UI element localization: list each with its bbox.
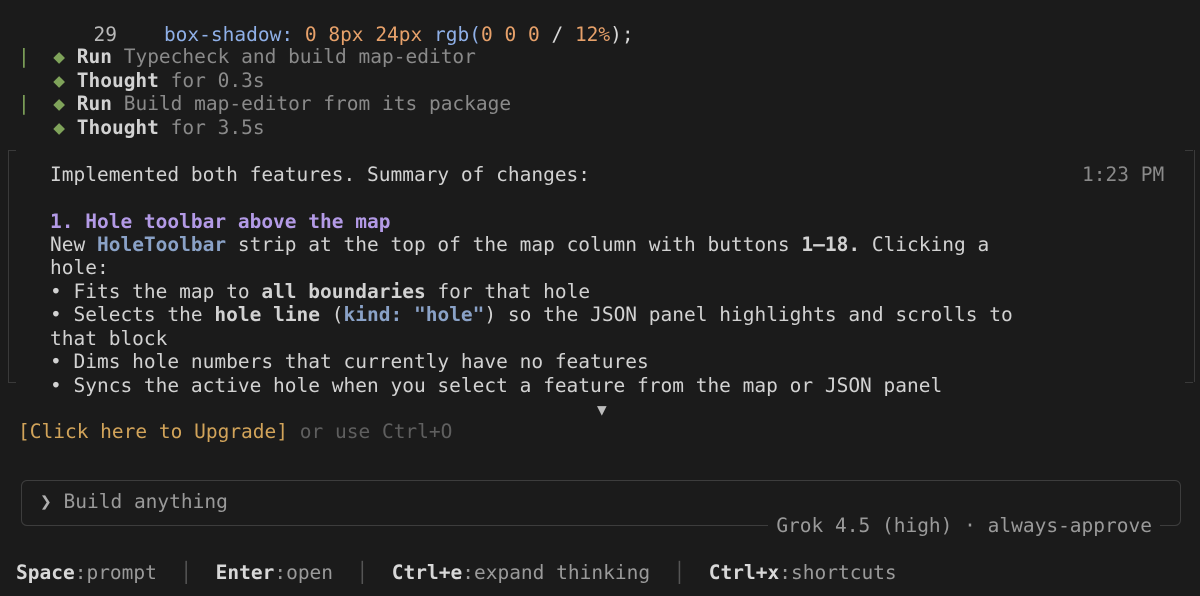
diamond-icon: ◆ [53, 116, 65, 139]
bullet-selects-hole: • Selects the hole line (kind: "hole") s… [50, 303, 1013, 327]
shortcut-key: Ctrl+x [708, 561, 780, 584]
activity-verb: Run [76, 92, 112, 115]
activity-thought-2[interactable]: ◆ Thought for 3.5s [18, 116, 265, 140]
shortcut-bar: Space:prompt │ Enter:open │ Ctrl+e:expan… [16, 561, 897, 584]
diamond-icon: ◆ [53, 45, 65, 68]
emphasis: all boundaries [261, 280, 426, 303]
message-timestamp: 1:23 PM [1082, 163, 1165, 186]
shortcut-key: Ctrl+e [391, 561, 463, 584]
activity-text: Build map-editor from its package [111, 92, 512, 115]
bullet-selects-hole-cont: that block [50, 327, 168, 350]
text: ) [484, 303, 497, 326]
code-line: 29 box-shadow: 0 8px 24px rgb(0 0 0 / 12… [70, 0, 634, 46]
activity-text: Typecheck and build map-editor [111, 45, 476, 68]
prompt-input[interactable]: Build anything [64, 490, 228, 513]
activity-verb: Thought [76, 116, 159, 139]
diamond-icon: ◆ [53, 92, 65, 115]
bullet-fits-map: • Fits the map to all boundaries for tha… [50, 280, 590, 304]
prompt-line: ❯ Build anything [40, 490, 228, 514]
shortcut-action[interactable]: prompt [86, 561, 156, 584]
css-end: ); [610, 22, 634, 46]
text: for that hole [425, 280, 591, 303]
text: Clicking a [860, 233, 990, 256]
summary-paragraph-line1: New HoleToolbar strip at the top of the … [50, 233, 989, 257]
shortcut-action[interactable]: expand thinking [474, 561, 650, 584]
activity-bar: | [18, 45, 30, 68]
text: strip at the top of the map column with … [226, 233, 802, 256]
scroll-down-icon[interactable]: ▼ [597, 398, 607, 422]
activity-bar: | [18, 92, 30, 115]
activity-text: for 3.5s [158, 116, 265, 139]
text: New [50, 233, 97, 256]
box-corner [8, 150, 16, 151]
bullet-dims-numbers: • Dims hole numbers that currently have … [50, 350, 649, 373]
activity-run-1[interactable]: | ◆ Run Typecheck and build map-editor [18, 45, 476, 69]
component-name: HoleToolbar [96, 233, 227, 256]
activity-verb: Run [76, 45, 112, 68]
css-value: 24px [375, 22, 423, 46]
inline-code: kind: "hole" [343, 303, 485, 326]
css-function: rgb( [434, 22, 481, 46]
emphasis: hole line [214, 303, 321, 326]
box-corner [1185, 150, 1193, 151]
shortcut-action[interactable]: shortcuts [791, 561, 897, 584]
summary-paragraph-line2: hole: [50, 256, 109, 279]
shortcut-key: Space [16, 561, 75, 584]
upgrade-link[interactable]: [Click here to Upgrade] [18, 420, 288, 443]
diamond-icon: ◆ [53, 69, 65, 92]
activity-thought-1[interactable]: ◆ Thought for 0.3s [18, 69, 265, 93]
activity-text: for 0.3s [158, 69, 265, 92]
model-selector[interactable]: Grok 4.5 (high) · always-approve [768, 514, 1160, 537]
css-args: 0 0 0 [481, 22, 540, 46]
box-corner [8, 382, 16, 383]
shortcut-key: Enter [215, 561, 275, 584]
upgrade-line: [Click here to Upgrade] or use Ctrl+O [18, 420, 452, 444]
upgrade-hint: or use Ctrl+O [288, 420, 453, 443]
text: so the JSON panel highlights and scrolls… [496, 303, 1013, 326]
css-property: box-shadow: [163, 22, 294, 46]
summary-intro: Implemented both features. Summary of ch… [50, 163, 591, 186]
css-value: 0 [304, 22, 317, 46]
activity-run-2[interactable]: | ◆ Run Build map-editor from its packag… [18, 92, 511, 116]
text: • Selects the [50, 303, 215, 326]
line-number: 29 [93, 22, 117, 46]
css-slash: / [539, 22, 575, 46]
button-range: 1–18. [801, 233, 861, 256]
text: • Fits the map to [50, 280, 262, 303]
bullet-syncs-hole: • Syncs the active hole when you select … [50, 374, 943, 397]
summary-heading: 1. Hole toolbar above the map [50, 210, 391, 233]
shortcut-action[interactable]: open [286, 561, 333, 584]
chevron-right-icon: ❯ [40, 490, 52, 513]
box-corner [1185, 382, 1193, 383]
css-percent: 12% [574, 22, 611, 46]
text: ( [320, 303, 344, 326]
css-value: 8px [328, 22, 364, 46]
activity-verb: Thought [76, 69, 159, 92]
